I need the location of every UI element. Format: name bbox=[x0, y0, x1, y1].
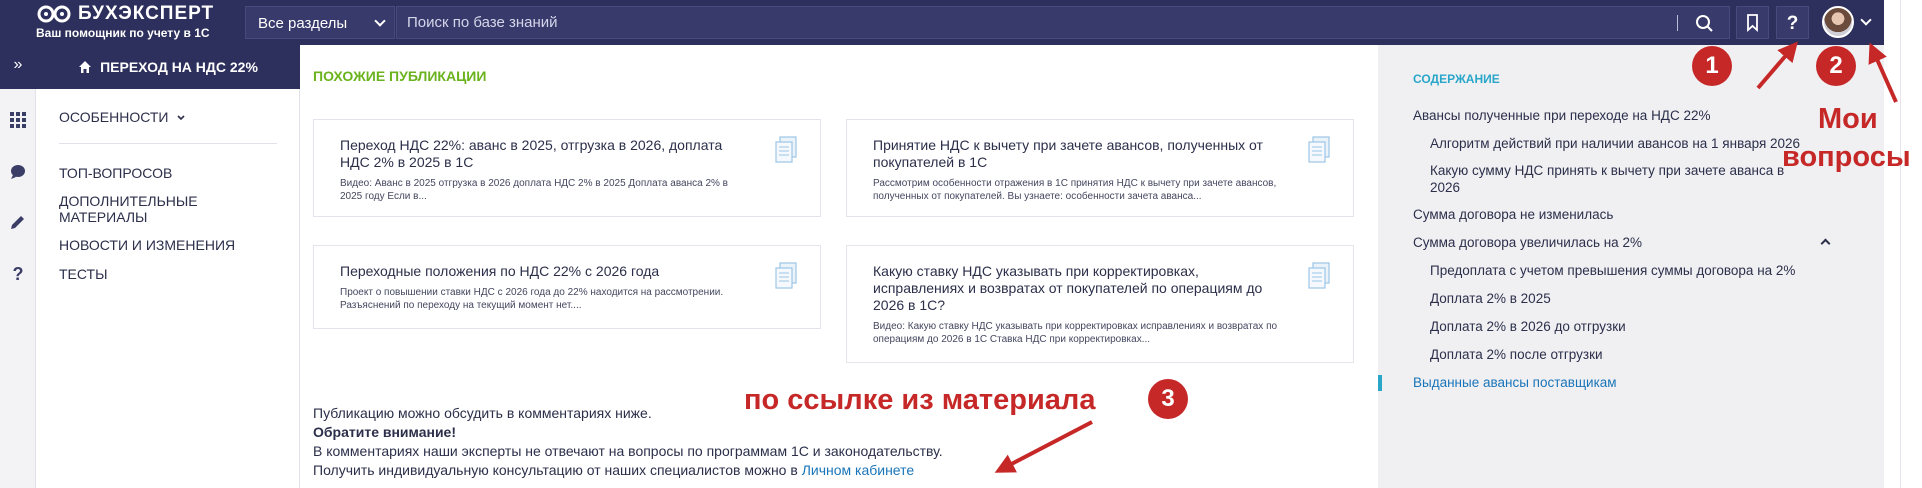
section-select[interactable]: Все разделы bbox=[245, 6, 395, 39]
consultation-note: Получить индивидуальную консультацию от … bbox=[313, 462, 915, 478]
grid-icon[interactable] bbox=[8, 110, 28, 130]
top-navigation-bar: БУХЭКСПЕРТ Ваш помощник по учету в 1С Вс… bbox=[0, 0, 1884, 45]
home-icon bbox=[79, 61, 92, 73]
menu-item-tests[interactable]: ТЕСТЫ bbox=[59, 266, 107, 282]
search-divider bbox=[1677, 15, 1678, 31]
annotation-badge-2: 2 bbox=[1816, 46, 1856, 86]
owl-logo-icon bbox=[36, 5, 72, 23]
menu-item-extra-materials[interactable]: ДОПОЛНИТЕЛЬНЫЕ МАТЕРИАЛЫ bbox=[59, 193, 219, 225]
card-title[interactable]: Принятие НДС к вычету при зачете авансов… bbox=[873, 137, 1283, 171]
card-title[interactable]: Переходные положения по НДС 22% с 2026 г… bbox=[340, 263, 750, 280]
svg-text:?: ? bbox=[1787, 13, 1799, 34]
chevron-down-icon bbox=[177, 115, 185, 121]
menu-head[interactable]: ПЕРЕХОД НА НДС 22% bbox=[36, 45, 300, 89]
publication-card[interactable]: Переходные положения по НДС 22% с 2026 г… bbox=[313, 245, 821, 329]
table-of-contents: СОДЕРЖАНИЕ Авансы полученные при переход… bbox=[1378, 45, 1884, 488]
document-icon bbox=[775, 136, 797, 163]
question-icon: ? bbox=[1787, 13, 1799, 34]
help-button[interactable]: ? bbox=[1776, 6, 1809, 39]
pencil-icon[interactable] bbox=[8, 212, 28, 232]
toc-item-active[interactable]: Выданные авансы поставщикам bbox=[1413, 374, 1617, 391]
document-icon bbox=[1308, 262, 1330, 289]
toc-item[interactable]: Авансы полученные при переходе на НДС 22… bbox=[1413, 107, 1710, 124]
menu-item-top-questions[interactable]: ТОП-ВОПРОСОВ bbox=[59, 165, 172, 181]
logo-title: БУХЭКСПЕРТ bbox=[78, 3, 215, 24]
bookmark-button[interactable] bbox=[1736, 6, 1769, 39]
card-description: Видео: Аванс в 2025 отгрузка в 2026 допл… bbox=[340, 178, 728, 202]
card-title[interactable]: Какую ставку НДС указывать при корректир… bbox=[873, 263, 1283, 314]
toc-item[interactable]: Доплата 2% после отгрузки bbox=[1430, 346, 1603, 363]
personal-account-link[interactable]: Личном кабинете bbox=[802, 462, 915, 478]
bookmark-icon bbox=[1747, 14, 1758, 33]
menu-item-news[interactable]: НОВОСТИ И ИЗМЕНЕНИЯ bbox=[59, 237, 235, 253]
toc-item[interactable]: Доплата 2% в 2026 до отгрузки bbox=[1430, 318, 1626, 335]
toc-item[interactable]: Сумма договора увеличилась на 2% bbox=[1413, 234, 1642, 251]
chevron-down-icon bbox=[374, 15, 386, 27]
section-menu: ОСОБЕННОСТИ ТОП-ВОПРОСОВ ДОПОЛНИТЕЛЬНЫЕ … bbox=[36, 89, 300, 488]
publication-card[interactable]: Переход НДС 22%: аванс в 2025, отгрузка … bbox=[313, 119, 821, 217]
publication-card[interactable]: Какую ставку НДС указывать при корректир… bbox=[846, 245, 1354, 363]
document-icon bbox=[1308, 136, 1330, 163]
toc-item[interactable]: Какую сумму НДС принять к вычету при зач… bbox=[1430, 162, 1810, 196]
section-select-value: Все разделы bbox=[258, 15, 348, 32]
card-description: Рассмотрим особенности отражения в 1С пр… bbox=[873, 178, 1277, 202]
chevron-down-icon[interactable] bbox=[1860, 14, 1872, 26]
toc-item[interactable]: Доплата 2% в 2025 bbox=[1430, 290, 1551, 307]
toc-active-indicator bbox=[1378, 375, 1382, 391]
svg-text:?: ? bbox=[13, 264, 24, 283]
expand-sidebar-button[interactable]: » bbox=[0, 45, 36, 89]
search-icon[interactable] bbox=[1691, 12, 1719, 34]
toc-item[interactable]: Сумма договора не изменилась bbox=[1413, 206, 1613, 223]
main-content: ПОХОЖИЕ ПУБЛИКАЦИИ Переход НДС 22%: аван… bbox=[300, 45, 1378, 488]
search-box bbox=[396, 6, 1730, 39]
left-icon-bar: » ? bbox=[0, 45, 36, 488]
card-title[interactable]: Переход НДС 22%: аванс в 2025, отгрузка … bbox=[340, 137, 750, 171]
menu-divider bbox=[59, 143, 277, 144]
menu-item-features[interactable]: ОСОБЕННОСТИ bbox=[59, 109, 186, 125]
annotation-link-label: по ссылке из материала bbox=[744, 384, 1096, 416]
scrollbar-track[interactable] bbox=[1900, 0, 1901, 488]
menu-head-title: ПЕРЕХОД НА НДС 22% bbox=[100, 59, 258, 75]
logo-subtitle: Ваш помощник по учету в 1С bbox=[36, 26, 210, 40]
chat-icon[interactable] bbox=[8, 162, 28, 182]
similar-publications-title: ПОХОЖИЕ ПУБЛИКАЦИИ bbox=[313, 68, 487, 84]
card-description: Проект о повышении ставки НДС с 2026 год… bbox=[340, 287, 724, 311]
toc-item[interactable]: Предоплата с учетом превышения суммы дог… bbox=[1430, 262, 1795, 279]
publication-card[interactable]: Принятие НДС к вычету при зачете авансов… bbox=[846, 119, 1354, 217]
document-icon bbox=[775, 262, 797, 289]
search-input[interactable] bbox=[407, 7, 1657, 38]
annotation-my-label-1: Мои bbox=[1818, 103, 1878, 135]
annotation-badge-3: 3 bbox=[1148, 379, 1188, 419]
toc-item[interactable]: Алгоритм действий при наличии авансов на… bbox=[1430, 135, 1800, 152]
attention-label: Обратите внимание! bbox=[313, 424, 457, 440]
experts-note: В комментариях наши эксперты не отвечают… bbox=[313, 443, 943, 459]
toc-title: СОДЕРЖАНИЕ bbox=[1413, 72, 1500, 86]
question-icon[interactable]: ? bbox=[8, 263, 28, 284]
annotation-my-label-2: вопросы bbox=[1782, 141, 1911, 173]
annotation-badge-1: 1 bbox=[1692, 46, 1732, 86]
logo[interactable]: БУХЭКСПЕРТ Ваш помощник по учету в 1С bbox=[36, 3, 214, 40]
card-description: Видео: Какую ставку НДС указывать при ко… bbox=[873, 321, 1278, 345]
right-strip bbox=[1884, 0, 1922, 488]
comment-note: Публикацию можно обсудить в комментариях… bbox=[313, 405, 652, 421]
avatar[interactable] bbox=[1822, 6, 1854, 38]
